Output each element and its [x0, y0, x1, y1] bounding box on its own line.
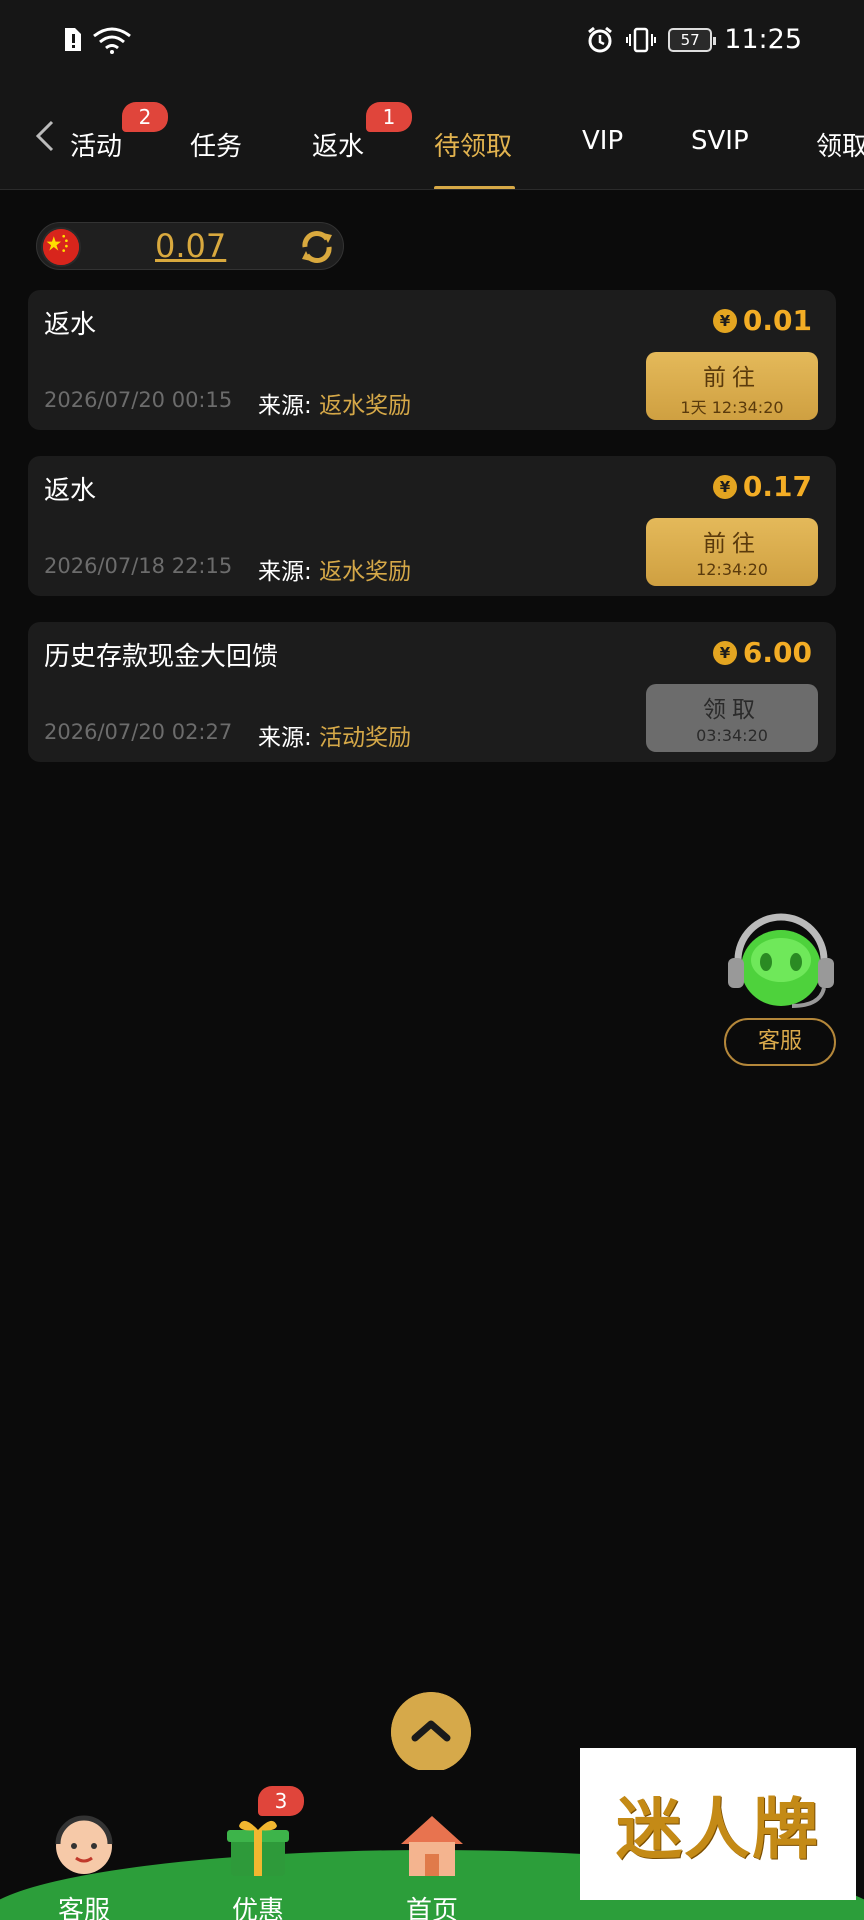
tab-pending[interactable]: 待领取 [434, 126, 512, 163]
amount-value: 0.17 [742, 470, 812, 503]
source-value: 返水奖励 [319, 559, 412, 585]
card-source: 来源: 返水奖励 [258, 552, 411, 586]
china-flag-icon [41, 227, 81, 267]
active-tab-indicator [434, 186, 515, 189]
reward-card: 返水 ¥ 0.17 2026/07/18 22:15 来源: 返水奖励 前往 1… [28, 456, 836, 596]
gift-icon [227, 1820, 289, 1876]
tab-claim[interactable]: 领取 [816, 126, 864, 163]
yen-coin-icon: ¥ [712, 308, 737, 333]
button-label: 前往 [703, 365, 761, 391]
alarm-icon [588, 26, 613, 52]
button-countdown: 03:34:20 [696, 726, 768, 745]
button-countdown: 1天 12:34:20 [680, 398, 784, 417]
source-label: 来源: [258, 725, 312, 751]
watermark-text: 迷人牌 [616, 1790, 820, 1868]
nav-label: 客服 [57, 1896, 110, 1920]
nav-promotions[interactable]: 3 优惠 [198, 1786, 318, 1920]
vibrate-icon [626, 27, 657, 52]
reward-card: 历史存款现金大回馈 ¥ 6.00 2026/07/20 02:27 来源: 活动… [28, 622, 836, 762]
button-label: 领取 [703, 697, 761, 723]
scroll-top-button[interactable] [391, 1692, 471, 1772]
goto-button[interactable]: 前往 1天 12:34:20 [646, 352, 818, 420]
status-left [62, 26, 132, 54]
yen-coin-icon: ¥ [712, 474, 737, 499]
nav-label: 优惠 [231, 1896, 284, 1920]
card-amount: ¥ 6.00 [712, 636, 812, 669]
card-title: 历史存款现金大回馈 [44, 642, 279, 672]
nav-customer-service[interactable]: 客服 [24, 1810, 144, 1920]
tab-rebate-badge: 1 [366, 102, 412, 132]
tab-activity-badge: 2 [122, 102, 168, 132]
card-title: 返水 [44, 310, 97, 340]
status-bar: 57 11:25 [0, 0, 864, 86]
card-date: 2026/07/20 02:27 [44, 720, 233, 744]
wifi-icon [93, 27, 131, 54]
balance-pill: 0.07 [36, 222, 344, 270]
goto-button[interactable]: 前往 12:34:20 [646, 518, 818, 586]
brand-watermark: 迷人牌 [580, 1748, 856, 1900]
battery-icon: 57 [668, 27, 717, 52]
tab-vip[interactable]: VIP [582, 126, 623, 156]
card-source: 来源: 活动奖励 [258, 718, 411, 752]
yen-coin-icon: ¥ [712, 640, 737, 665]
headset-avatar-icon [55, 1815, 113, 1874]
source-value: 活动奖励 [319, 725, 412, 751]
sim-alert-icon [65, 28, 81, 51]
button-label: 前往 [703, 531, 761, 557]
customer-service-mascot-icon[interactable] [720, 910, 842, 1020]
tab-svip[interactable]: SVIP [691, 126, 749, 156]
balance-value: 0.07 [155, 227, 227, 265]
nav-label: 首页 [405, 1896, 458, 1920]
card-title: 返水 [44, 476, 97, 506]
reward-card: 返水 ¥ 0.01 2026/07/20 00:15 来源: 返水奖励 前往 1… [28, 290, 836, 430]
tab-tasks[interactable]: 任务 [190, 126, 242, 163]
card-date: 2026/07/18 22:15 [44, 554, 233, 578]
refresh-icon[interactable] [295, 225, 339, 269]
tab-bar: 活动 2 任务 返水 1 待领取 VIP SVIP 领取 [0, 86, 864, 190]
claim-button[interactable]: 领取 03:34:20 [646, 684, 818, 752]
nav-home[interactable]: 首页 [372, 1810, 492, 1920]
source-value: 返水奖励 [319, 393, 412, 419]
card-amount: ¥ 0.01 [712, 304, 812, 337]
source-label: 来源: [258, 393, 312, 419]
house-icon [401, 1816, 463, 1876]
status-right: 57 11:25 [586, 24, 802, 55]
amount-value: 6.00 [742, 636, 812, 669]
card-date: 2026/07/20 00:15 [44, 388, 233, 412]
amount-value: 0.01 [742, 304, 812, 337]
card-source: 来源: 返水奖励 [258, 386, 411, 420]
tab-activity[interactable]: 活动 [70, 126, 122, 163]
tab-rebate[interactable]: 返水 [312, 126, 364, 163]
customer-service-button[interactable]: 客服 [724, 1018, 836, 1066]
source-label: 来源: [258, 559, 312, 585]
clock: 11:25 [724, 24, 802, 55]
button-countdown: 12:34:20 [696, 560, 768, 579]
back-chevron-icon[interactable] [26, 116, 66, 156]
card-amount: ¥ 0.17 [712, 470, 812, 503]
promotions-badge: 3 [258, 1786, 304, 1816]
